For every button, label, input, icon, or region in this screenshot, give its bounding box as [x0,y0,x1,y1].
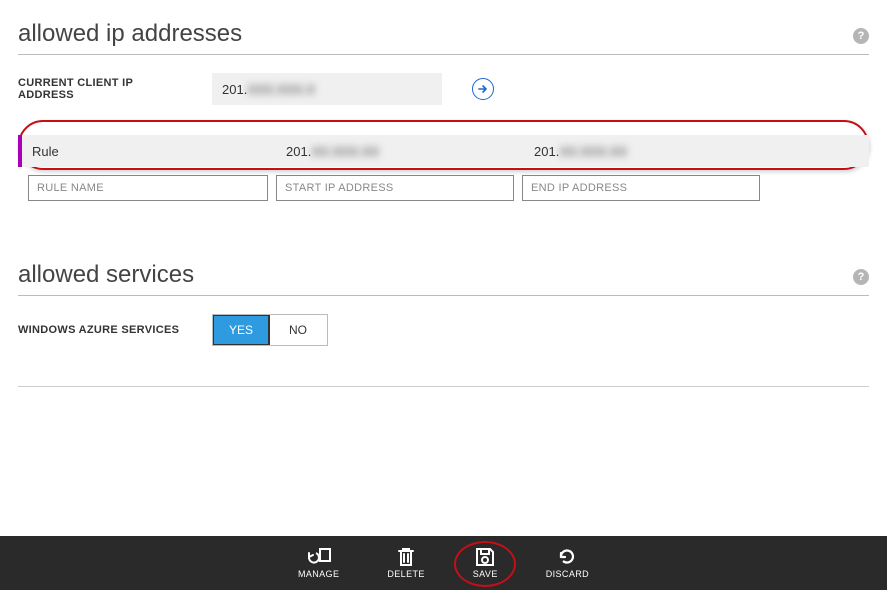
save-button[interactable]: SAVE [473,547,498,579]
trash-icon [397,547,415,567]
manage-icon [306,547,332,567]
rule-name-input[interactable] [28,175,268,201]
help-icon[interactable]: ? [853,269,869,285]
allowed-services-header: allowed services ? [18,261,869,296]
firewall-rule-row[interactable]: Rule 201.XX.XXX.XX 201.XX.XXX.XX [18,135,869,167]
discard-button[interactable]: DISCARD [546,547,589,579]
add-current-ip-button[interactable] [472,78,494,100]
azure-services-toggle[interactable]: YES NO [212,314,328,346]
delete-button[interactable]: DELETE [387,547,424,579]
discard-icon [557,547,577,567]
current-ip-value: 201.XXX.XXX.X [212,73,442,105]
rule-name-cell: Rule [22,135,276,167]
azure-services-row: WINDOWS AZURE SERVICES YES NO [18,314,869,346]
arrow-right-icon [477,83,489,95]
current-ip-row: CURRENT CLIENT IP ADDRESS 201.XXX.XXX.X [18,73,869,105]
manage-button[interactable]: MANAGE [298,547,339,579]
toggle-no[interactable]: NO [269,315,327,345]
allowed-services-title: allowed services [18,261,194,289]
rule-end-cell: 201.XX.XXX.XX [524,135,869,167]
save-icon [475,547,495,567]
new-rule-inputs [28,175,869,201]
current-ip-label: CURRENT CLIENT IP ADDRESS [18,77,188,101]
command-bar: MANAGE DELETE SAVE DISCARD [0,536,887,590]
allowed-ip-header: allowed ip addresses ? [18,20,869,55]
rule-end-ip-input[interactable] [522,175,760,201]
section-divider [18,386,869,387]
help-icon[interactable]: ? [853,28,869,44]
toggle-yes[interactable]: YES [212,314,270,346]
azure-services-label: WINDOWS AZURE SERVICES [18,324,188,336]
allowed-ip-title: allowed ip addresses [18,20,242,48]
rule-start-ip-input[interactable] [276,175,514,201]
rule-start-cell: 201.XX.XXX.XX [276,135,524,167]
